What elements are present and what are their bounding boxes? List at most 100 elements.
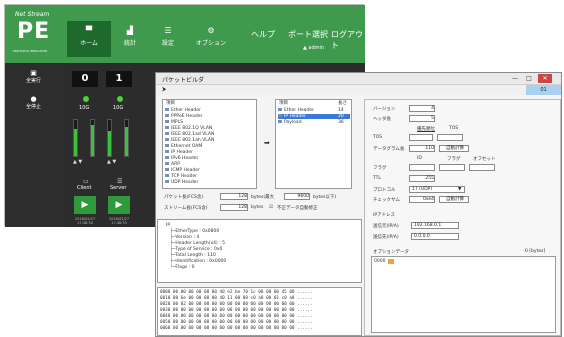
list-item[interactable]: Ether Header xyxy=(165,108,201,113)
hex-dump-panel[interactable]: 0000 00 00 00 00 00 00 40 e2 be 70 1c 08… xyxy=(157,287,362,336)
list-item[interactable]: Ether Header 14 xyxy=(278,108,350,113)
close-button[interactable]: ✕ xyxy=(538,74,552,83)
offset-field[interactable] xyxy=(469,164,495,171)
brand-logo: Net Stream PE PROTOCOL EMULATOR xyxy=(5,5,62,63)
chevron-down-icon: ▼ xyxy=(458,187,462,192)
tree-node[interactable]: ├─EtherType : 0x0800 xyxy=(170,229,219,234)
port-0-time: 17:48:34 xyxy=(77,221,93,225)
port-0-arrows: ▲ ▼ xyxy=(73,159,83,165)
offset-sub-label: オフセット xyxy=(473,157,496,162)
logout-link[interactable]: ログアウト xyxy=(331,29,365,51)
list-item[interactable]: MPLS xyxy=(165,120,183,125)
nav-options[interactable]: ⚙ オプション xyxy=(188,21,234,57)
option-data-label: オプションデータ xyxy=(373,250,409,255)
stop-all-label: 全停止 xyxy=(25,104,41,110)
hex-row: 0020 00 02 00 00 00 00 00 00 00 00 00 00… xyxy=(160,302,313,307)
port-1-number[interactable]: 1 xyxy=(106,71,132,87)
server-icon: ☰ xyxy=(117,178,123,185)
nav-settings[interactable]: ☰ 設定 xyxy=(150,21,186,57)
help-link[interactable]: ヘルプ xyxy=(251,29,275,40)
list-item[interactable]: IP Header xyxy=(165,150,193,155)
list-item[interactable]: Ethernet OAM xyxy=(165,144,202,149)
tree-node[interactable]: └─Flags : 0 xyxy=(170,265,194,270)
port-0-speed: 10G xyxy=(79,105,90,111)
packet-structure-list[interactable]: 項目 長さ Ether Header 14 IP Header 20 Payload… xyxy=(275,99,352,189)
nav-stats[interactable]: ▟ 統計 xyxy=(112,21,148,57)
protocol-select[interactable]: 17 (UDP) ▼ xyxy=(409,186,465,193)
tree-node[interactable]: IP xyxy=(166,223,170,228)
id-field[interactable] xyxy=(409,164,435,171)
stream-length-field[interactable]: 128 xyxy=(220,204,248,211)
tool-arrow-icon[interactable]: ⮞ xyxy=(162,86,166,94)
field-tree[interactable]: IP ├─EtherType : 0x0800 ├─Version : 4 ├─… xyxy=(157,219,362,283)
run-all-button[interactable]: ▣ 全実行 xyxy=(5,69,62,84)
add-header-arrow[interactable]: ➡ xyxy=(264,139,270,147)
port-select-link[interactable]: ポート選択 xyxy=(288,29,328,40)
auto-fix-checkbox[interactable]: ☑ xyxy=(269,205,273,210)
minimize-button[interactable]: — xyxy=(508,74,522,83)
top-bar: Net Stream PE PROTOCOL EMULATOR ▀ ホーム ▟ 統計… xyxy=(5,5,365,63)
dest-ip-label: 送信先(IP/A) xyxy=(373,235,399,240)
nav-home[interactable]: ▀ ホーム xyxy=(67,21,111,57)
properties-panel: バージョン 4 ヘッダ長 5 優先順位 TOS TOS データグラム長 110 … xyxy=(364,99,561,336)
admin-user[interactable]: ▲ admin xyxy=(303,45,324,51)
gear-icon: ⚙ xyxy=(207,26,215,35)
list-item[interactable]: PPPoE Header xyxy=(165,114,202,119)
port-1-play-button[interactable]: ▶ xyxy=(108,196,130,214)
header-type-list[interactable]: 項目 Ether Header PPPoE Header MPLS IEEE 8… xyxy=(162,99,257,189)
ttl-label: TTL xyxy=(373,176,381,181)
list2-col-item: 項目 xyxy=(279,101,288,106)
hex-row: 0030 00 00 00 00 00 00 00 00 00 00 00 00… xyxy=(160,308,313,313)
port-1-timestamp: 2016/02/27 17:48:33 xyxy=(105,217,133,225)
tree-node[interactable]: ├─Total Length : 110 xyxy=(170,253,216,258)
max-length-field[interactable]: 9600 xyxy=(284,193,310,200)
tos-field[interactable] xyxy=(437,134,463,141)
chart-icon: ▟ xyxy=(126,26,134,35)
source-ip-label: 送信元(IP/A) xyxy=(373,224,399,229)
precedence-field[interactable] xyxy=(409,134,433,141)
hex-row: 0000 00 00 00 00 00 00 40 e2 be 70 1c 08… xyxy=(160,290,313,295)
source-ip-field[interactable]: 192.168.0.1 xyxy=(411,222,459,229)
window-titlebar[interactable]: パケットビルダ — □ ✕ xyxy=(156,73,561,85)
packet-length-label: パケット長(FCS含) xyxy=(164,195,204,200)
port-0-rx-meter xyxy=(90,119,95,157)
tree-node[interactable]: ├─Type of Service : 0x0 xyxy=(170,247,222,252)
port-0-play-button[interactable]: ▶ xyxy=(74,196,96,214)
packet-length-field[interactable]: 128 xyxy=(220,193,248,200)
list-item[interactable]: ARP xyxy=(165,162,180,167)
tree-node[interactable]: ├─Header Length(x4) : 5 xyxy=(170,241,225,246)
ttl-field[interactable]: 255 xyxy=(409,175,435,182)
auto-calc-length-button[interactable]: 自動計算 xyxy=(439,145,469,152)
flag-sub-label: フラグ xyxy=(447,157,461,162)
precedence-link[interactable]: 優先順位 xyxy=(417,126,435,132)
list-item[interactable]: ICMP Header xyxy=(165,168,200,173)
dest-ip-field[interactable]: 0.0.0.0 xyxy=(411,233,459,240)
option-data-editor[interactable]: 0000 xyxy=(371,256,556,333)
tree-node[interactable]: ├─Version : 4 xyxy=(170,235,199,240)
auto-calc-checksum-button[interactable]: 自動計算 xyxy=(439,196,469,203)
tos-label: TOS xyxy=(373,135,383,140)
list-item[interactable]: IP Header 20 xyxy=(278,114,350,119)
maximize-button[interactable]: □ xyxy=(522,74,536,83)
list-item[interactable]: IEEE 802.1ad VLAN xyxy=(165,132,214,137)
list-item[interactable]: IEEE 802.1Q VLAN xyxy=(165,126,212,131)
flags-field[interactable] xyxy=(439,164,465,171)
list-item[interactable]: TCP Header xyxy=(165,174,197,179)
packet-length-unit: bytes(最大 xyxy=(251,195,275,200)
id-sub-label: ID xyxy=(417,156,422,161)
total-length-field[interactable]: 110 xyxy=(409,145,435,152)
list-item[interactable]: IEEE 802.1ah VLAN xyxy=(165,138,214,143)
port-1-link-led xyxy=(117,96,123,102)
port-0-number[interactable]: 0 xyxy=(72,71,98,87)
list-item[interactable]: IPv6 Header xyxy=(165,156,198,161)
list-item[interactable]: UDP Header xyxy=(165,180,198,185)
run-icon: ▣ xyxy=(30,69,37,77)
list-item[interactable]: Payload 36 xyxy=(278,120,350,125)
checksum-field[interactable]: 0xe4 xyxy=(409,196,435,203)
sliders-icon: ☰ xyxy=(164,26,172,35)
brand-line1: Net Stream xyxy=(15,11,50,18)
tree-node[interactable]: ├─Identification : 0x0000 xyxy=(170,259,226,264)
header-length-field[interactable]: 5 xyxy=(409,115,435,122)
version-field[interactable]: 4 xyxy=(409,105,435,112)
stop-all-button[interactable]: ● 全停止 xyxy=(5,95,62,110)
